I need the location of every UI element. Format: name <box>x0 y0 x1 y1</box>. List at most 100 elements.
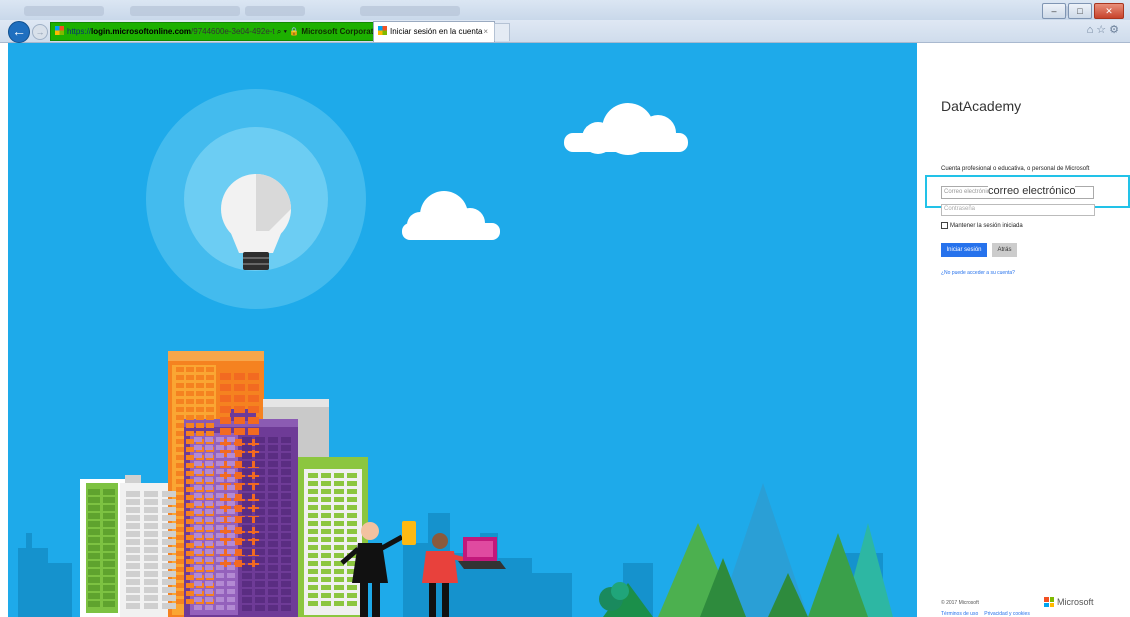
blurred-tab[interactable] <box>24 6 104 16</box>
building-window <box>281 573 291 579</box>
cant-access-link[interactable]: ¿No puede acceder a su cuenta? <box>941 270 1015 276</box>
building-window <box>242 597 252 603</box>
building-window <box>88 497 100 503</box>
building-window <box>186 591 194 596</box>
building-window <box>194 533 202 538</box>
building-window <box>144 507 158 513</box>
building-window <box>176 463 184 468</box>
building-window <box>186 423 194 428</box>
building-window <box>227 477 235 482</box>
building-window <box>334 601 344 606</box>
signin-button[interactable]: Iniciar sesión <box>941 243 987 257</box>
building-window <box>227 525 235 530</box>
new-tab-button[interactable] <box>494 23 510 41</box>
privacy-link[interactable]: Privacidad y cookies <box>984 611 1030 617</box>
building-window <box>216 549 224 554</box>
building-window <box>176 583 184 588</box>
close-icon[interactable]: ✕ <box>1094 3 1124 19</box>
building-window <box>334 521 344 526</box>
terms-link[interactable]: Términos de uso <box>941 611 978 617</box>
building-window <box>242 445 252 451</box>
back-button[interactable]: Atrás <box>992 243 1017 257</box>
security-identity[interactable]: Microsoft Corporation [... <box>301 27 373 36</box>
building-window <box>347 529 357 534</box>
building-window <box>205 533 213 538</box>
building-window <box>220 428 231 435</box>
building-window <box>242 493 252 499</box>
building-window <box>308 497 318 502</box>
building-window <box>205 445 213 450</box>
building-window <box>103 545 115 551</box>
building-window <box>216 573 224 578</box>
building-window <box>248 395 259 402</box>
building-window <box>196 375 204 380</box>
building-window <box>268 605 278 611</box>
home-icon[interactable]: ⌂ <box>1087 24 1097 36</box>
blurred-tab[interactable] <box>360 6 460 16</box>
building-window <box>242 501 252 507</box>
blurred-tab[interactable] <box>130 6 240 16</box>
tab-active[interactable]: Iniciar sesión en la cuenta × <box>373 21 495 42</box>
building-window <box>216 485 224 490</box>
building-window <box>194 525 202 530</box>
tab-close-icon[interactable]: × <box>483 22 488 42</box>
building-window <box>255 517 265 523</box>
building-window <box>126 603 140 609</box>
url-scheme: https:// <box>67 27 92 36</box>
forward-arrow-icon[interactable]: → <box>32 24 48 40</box>
password-field[interactable]: Contraseña <box>941 204 1095 216</box>
building-window <box>216 477 224 482</box>
building-window <box>308 473 318 478</box>
favorites-star-icon[interactable]: ☆ <box>1096 24 1109 36</box>
back-arrow-icon[interactable]: ← <box>8 21 30 43</box>
building-window <box>255 541 265 547</box>
search-icon[interactable]: ⌕ ▾ <box>277 27 287 36</box>
building-window <box>205 509 213 514</box>
building-window <box>216 525 224 530</box>
building-window <box>321 545 331 550</box>
building-window <box>255 461 265 467</box>
building-window <box>103 553 115 559</box>
toolbar-icons: ⌂☆⚙ <box>1087 23 1122 36</box>
building-window <box>88 545 100 551</box>
settings-gear-icon[interactable]: ⚙ <box>1109 24 1122 36</box>
blurred-tab[interactable] <box>245 6 305 16</box>
building-window <box>194 573 202 578</box>
minimize-icon[interactable]: – <box>1042 3 1066 19</box>
building-window <box>103 521 115 527</box>
building-window <box>103 513 115 519</box>
building-window <box>186 471 194 476</box>
building-window <box>216 517 224 522</box>
building-window <box>308 593 318 598</box>
keep-signed-in-checkbox[interactable] <box>941 222 948 229</box>
address-bar[interactable]: https://login.microsoftonline.com/974460… <box>50 22 374 41</box>
keep-signed-in-row[interactable]: Mantener la sesión iniciada <box>941 222 1023 229</box>
building-window <box>248 406 259 413</box>
building-window <box>126 587 140 593</box>
password-placeholder: Contraseña <box>944 206 976 212</box>
lightbulb-icon <box>146 89 366 309</box>
building-window <box>144 523 158 529</box>
building-window <box>88 569 100 575</box>
building-window <box>248 417 259 424</box>
window-controls: – □ ✕ <box>1042 3 1124 19</box>
building-window <box>144 579 158 585</box>
building-window <box>186 431 194 436</box>
maximize-icon[interactable]: □ <box>1068 3 1092 19</box>
building-window <box>347 481 357 486</box>
building-window <box>308 585 318 590</box>
building-window <box>205 589 213 594</box>
building-window <box>334 489 344 494</box>
building-window <box>88 561 100 567</box>
building-window <box>194 581 202 586</box>
building-window <box>334 513 344 518</box>
building-window <box>268 525 278 531</box>
email-field[interactable]: Correo electrónico correo electrónico <box>941 185 1094 199</box>
building-window <box>234 395 245 402</box>
building-window <box>196 407 204 412</box>
building-window <box>88 489 100 495</box>
building-window <box>281 437 291 443</box>
building-window <box>216 453 224 458</box>
building-window <box>242 605 252 611</box>
building-window <box>220 373 231 380</box>
